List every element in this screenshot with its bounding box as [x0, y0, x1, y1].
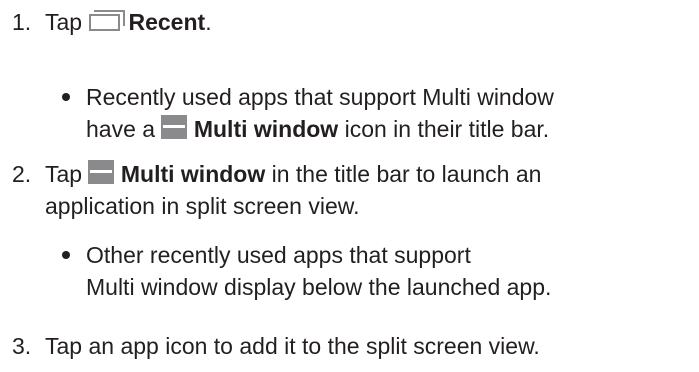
step-number: 1. [12, 9, 32, 35]
step-number: 3. [12, 333, 32, 359]
step-number: 2. [12, 161, 32, 187]
step-3-text: Tap an app icon to add it to the split s… [45, 333, 540, 359]
bullet-2-line-1: Other recently used apps that support [86, 242, 471, 268]
step-2-line-1: Tap Multi window in the title bar to lau… [45, 159, 541, 192]
bullet-1-line-2: have a Multi window icon in their title … [86, 114, 549, 147]
recent-apps-icon [88, 8, 128, 39]
bullet-1-line-1: Recently used apps that support Multi wi… [86, 84, 554, 110]
bullet-dot [62, 93, 70, 101]
multi-window-icon [161, 114, 188, 147]
bullet-2-line-2: Multi window display below the launched … [86, 274, 552, 300]
step-2-line-2: application in split screen view. [45, 193, 360, 219]
step-1-text: Tap Recent. [45, 7, 212, 39]
bullet-dot [62, 251, 70, 259]
multi-window-icon [88, 159, 115, 192]
